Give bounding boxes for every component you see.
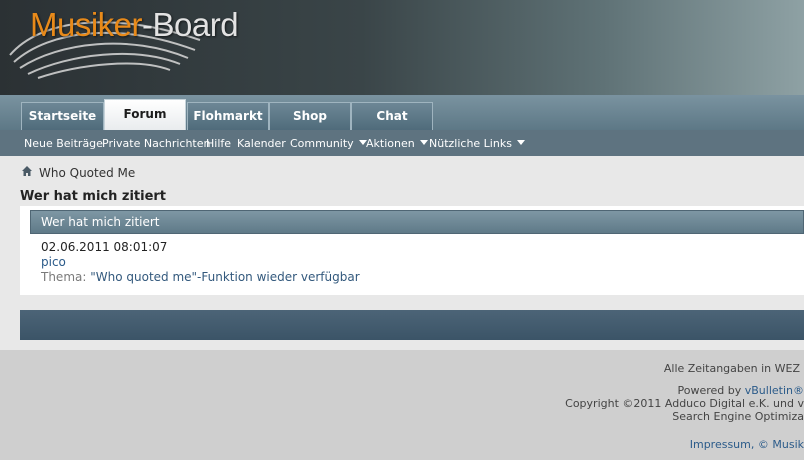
footer-timezone: Alle Zeitangaben in WEZ: [663, 362, 800, 375]
footer-link-separator: , ©: [750, 438, 769, 451]
tab-flohmarkt[interactable]: Flohmarkt: [187, 102, 269, 130]
subnav-nuetzliche-links[interactable]: Nützliche Links: [429, 137, 525, 150]
main-content: Who Quoted Me Wer hat mich zitiert Wer h…: [0, 156, 804, 350]
subnav-label: Kalender: [237, 137, 286, 150]
footer-links: Impressum, © Musik: [690, 438, 804, 451]
quote-panel: Wer hat mich zitiert 02.06.2011 08:01:07…: [20, 206, 804, 295]
footer-copyright: Copyright ©2011 Adduco Digital e.K. und …: [565, 397, 804, 410]
subnav-private-nachrichten[interactable]: Private Nachrichten: [102, 137, 211, 150]
subnav-label: Hilfe: [206, 137, 232, 150]
logo-text-board: -Board: [142, 6, 239, 43]
thread-label: Thema:: [41, 270, 87, 284]
page-footer: Alle Zeitangaben in WEZ Powered by vBull…: [0, 350, 804, 460]
powered-prefix: Powered by: [677, 384, 742, 397]
breadcrumb-current: Who Quoted Me: [39, 166, 136, 180]
chevron-down-icon: [516, 140, 525, 145]
home-icon[interactable]: [21, 165, 33, 177]
main-tab-bar: Startseite Forum Flohmarkt Shop Chat: [0, 95, 804, 130]
subnav-label: Neue Beiträge: [24, 137, 103, 150]
site-logo[interactable]: Musiker-Board: [30, 6, 239, 44]
musiker-board-link[interactable]: Musik: [772, 438, 804, 451]
subnav-label: Private Nachrichten: [102, 137, 211, 150]
tab-chat[interactable]: Chat: [351, 102, 433, 130]
tab-startseite[interactable]: Startseite: [21, 102, 104, 130]
subnav-aktionen[interactable]: Aktionen: [366, 137, 428, 150]
subnav-community[interactable]: Community: [290, 137, 367, 150]
chevron-down-icon: [419, 140, 428, 145]
page-title: Wer hat mich zitiert: [20, 189, 167, 204]
quote-thread: Thema: "Who quoted me"-Funktion wieder v…: [41, 270, 360, 284]
impressum-link[interactable]: Impressum: [690, 438, 751, 451]
logo-text-musiker: Musiker: [30, 6, 143, 43]
subnav-neue-beitraege[interactable]: Neue Beiträge: [24, 137, 103, 150]
subnav-label: Community: [290, 137, 354, 150]
quote-username-link[interactable]: pico: [41, 255, 66, 269]
subnav-label: Nützliche Links: [429, 137, 512, 150]
panel-header: Wer hat mich zitiert: [30, 210, 804, 234]
thread-title-link[interactable]: "Who quoted me"-Funktion wieder verfügba…: [90, 270, 359, 284]
content-footer-bar: [20, 310, 804, 340]
vbulletin-link[interactable]: vBulletin®: [745, 384, 804, 397]
subnav-hilfe[interactable]: Hilfe: [206, 137, 231, 150]
tab-forum[interactable]: Forum: [104, 99, 186, 130]
footer-seo: Search Engine Optimiza: [672, 410, 804, 423]
site-header: Musiker-Board: [0, 0, 804, 95]
tab-shop[interactable]: Shop: [269, 102, 351, 130]
footer-powered-by: Powered by vBulletin®: [677, 384, 804, 397]
subnav-label: Aktionen: [366, 137, 415, 150]
subnav-kalender[interactable]: Kalender: [237, 137, 286, 150]
sub-navigation: Neue Beiträge Private Nachrichten Hilfe …: [0, 130, 804, 156]
quote-date: 02.06.2011 08:01:07: [41, 240, 168, 254]
